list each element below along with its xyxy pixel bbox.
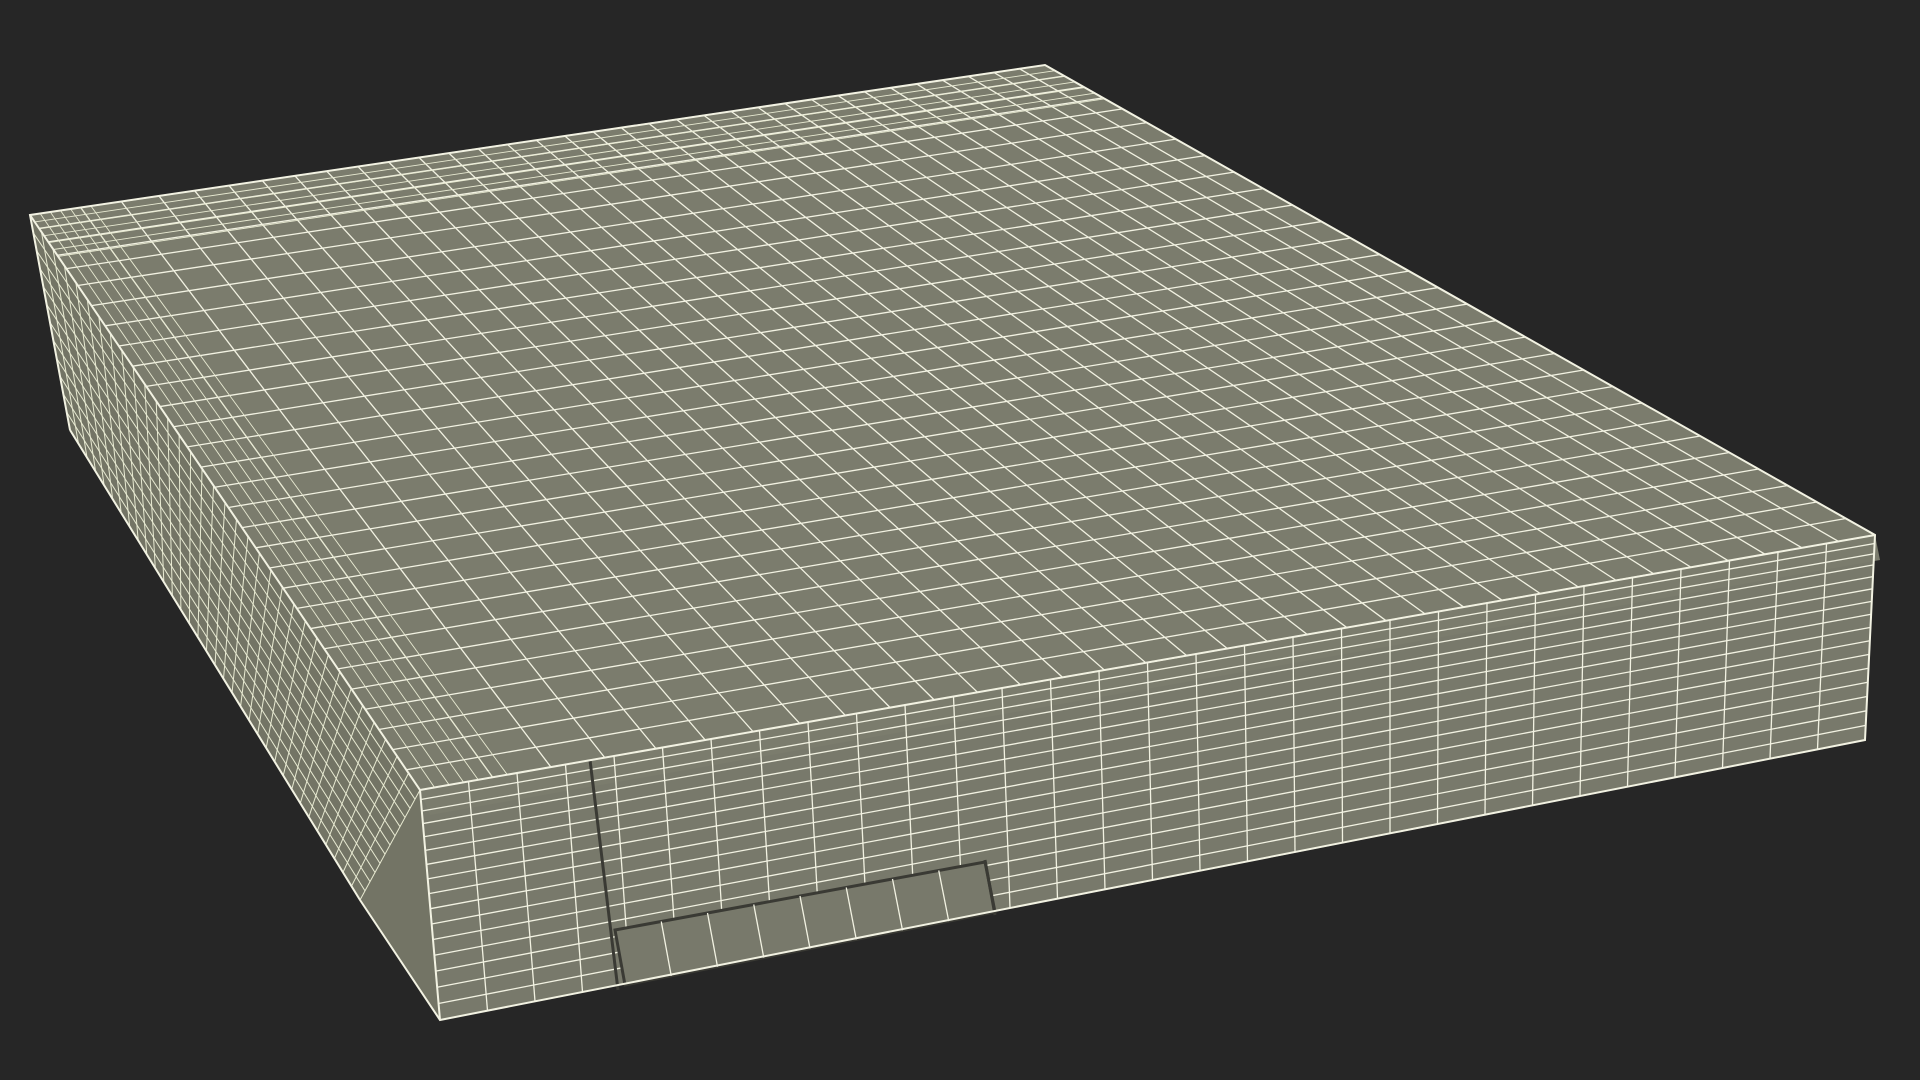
render-viewport	[0, 0, 1920, 1080]
wireframe-box-render	[0, 0, 1920, 1080]
